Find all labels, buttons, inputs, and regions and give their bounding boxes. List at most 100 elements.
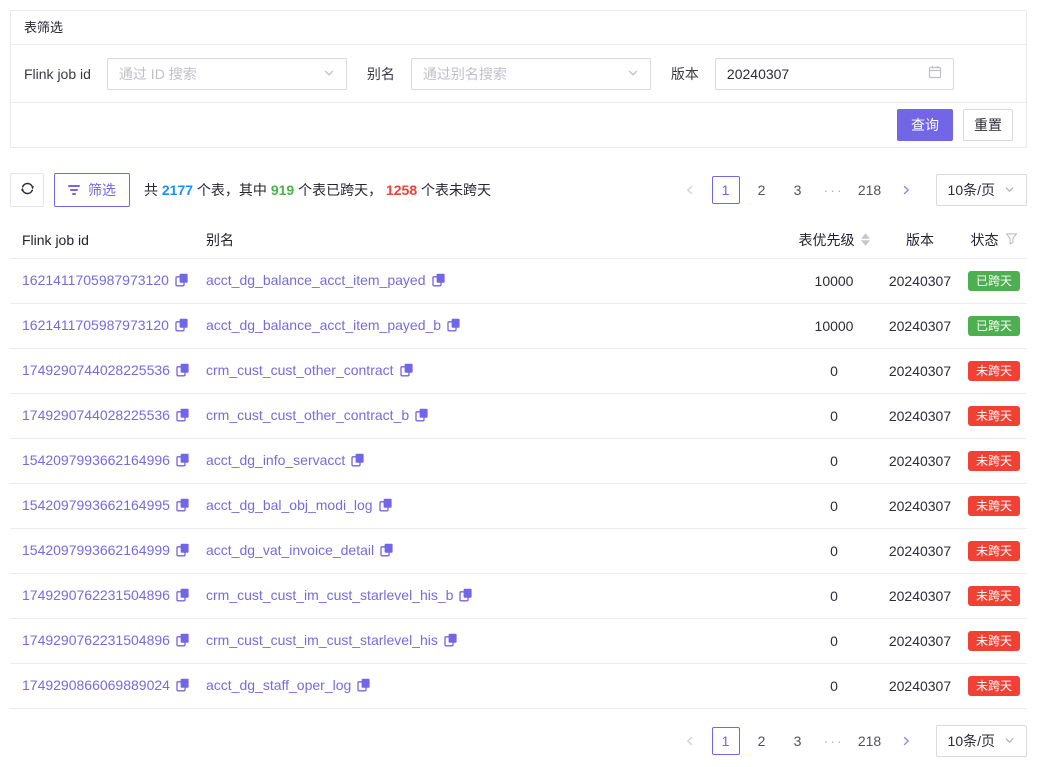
copy-icon[interactable] bbox=[175, 318, 189, 335]
toolbar: 筛选 共 2177 个表，其中 919 个表已跨天， 1258 个表未跨天 1 … bbox=[10, 173, 1027, 207]
copy-icon[interactable] bbox=[176, 543, 190, 560]
page-ellipsis[interactable]: ··· bbox=[820, 727, 848, 755]
status-badge: 未跨天 bbox=[968, 361, 1020, 381]
alias-link[interactable]: acct_dg_vat_invoice_detail bbox=[206, 542, 374, 558]
priority-cell: 0 bbox=[789, 528, 879, 573]
table-row: 1542097993662164995 acct_dg_bal_obj_modi… bbox=[10, 483, 1027, 528]
copy-icon[interactable] bbox=[176, 633, 190, 650]
alias-link[interactable]: acct_dg_bal_obj_modi_log bbox=[206, 497, 373, 513]
priority-cell: 10000 bbox=[789, 258, 879, 303]
filter-toggle-button[interactable]: 筛选 bbox=[54, 173, 130, 207]
page-button-3[interactable]: 3 bbox=[784, 176, 812, 204]
copy-icon[interactable] bbox=[175, 273, 189, 290]
page-ellipsis[interactable]: ··· bbox=[820, 176, 848, 204]
job-id-link[interactable]: 1542097993662164999 bbox=[22, 542, 170, 558]
status-badge: 未跨天 bbox=[968, 586, 1020, 606]
copy-icon[interactable] bbox=[380, 543, 394, 560]
table-row: 1749290762231504896 crm_cust_cust_im_cus… bbox=[10, 618, 1027, 663]
refresh-button[interactable] bbox=[10, 173, 44, 207]
copy-icon[interactable] bbox=[176, 363, 190, 380]
alias-group: 通过别名搜索 bbox=[411, 58, 651, 90]
alias-link[interactable]: crm_cust_cust_other_contract bbox=[206, 362, 394, 378]
filter-toggle-label: 筛选 bbox=[88, 180, 116, 200]
status-badge: 未跨天 bbox=[968, 631, 1020, 651]
version-cell: 20240307 bbox=[879, 528, 961, 573]
chevron-down-icon bbox=[323, 66, 335, 82]
copy-icon[interactable] bbox=[351, 453, 365, 470]
table-row: 1749290744028225536 crm_cust_cust_other_… bbox=[10, 348, 1027, 393]
prev-page-icon[interactable] bbox=[676, 727, 704, 755]
copy-icon[interactable] bbox=[176, 678, 190, 695]
job-id-link[interactable]: 1542097993662164996 bbox=[22, 452, 170, 468]
tables-table: Flink job id 别名 表优先级 版本 状态 bbox=[10, 222, 1027, 709]
copy-icon[interactable] bbox=[176, 408, 190, 425]
pagination-top: 1 2 3 ··· 218 10条/页 bbox=[668, 174, 1027, 206]
copy-icon[interactable] bbox=[176, 498, 190, 515]
column-filter-icon[interactable] bbox=[1005, 232, 1018, 248]
copy-icon[interactable] bbox=[379, 498, 393, 515]
job-id-link[interactable]: 1749290866069889024 bbox=[22, 677, 170, 693]
version-value: 20240307 bbox=[727, 66, 789, 82]
copy-icon[interactable] bbox=[447, 318, 461, 335]
job-id-link[interactable]: 1621411705987973120 bbox=[22, 272, 169, 288]
alias-link[interactable]: acct_dg_info_servacct bbox=[206, 452, 345, 468]
version-cell: 20240307 bbox=[879, 573, 961, 618]
copy-icon[interactable] bbox=[415, 408, 429, 425]
page-button-2[interactable]: 2 bbox=[748, 727, 776, 755]
version-cell: 20240307 bbox=[879, 483, 961, 528]
next-page-icon[interactable] bbox=[892, 176, 920, 204]
copy-icon[interactable] bbox=[444, 633, 458, 650]
page-button-1[interactable]: 1 bbox=[712, 727, 740, 755]
page-size-select[interactable]: 10条/页 bbox=[936, 725, 1027, 757]
job-id-link[interactable]: 1749290744028225536 bbox=[22, 407, 170, 423]
page-button-1[interactable]: 1 bbox=[712, 176, 740, 204]
job-id-link[interactable]: 1621411705987973120 bbox=[22, 317, 169, 333]
sort-icon[interactable] bbox=[861, 233, 870, 246]
col-header-version: 版本 bbox=[879, 222, 961, 258]
job-id-link[interactable]: 1542097993662164995 bbox=[22, 497, 170, 513]
copy-icon[interactable] bbox=[459, 588, 473, 605]
page-button-2[interactable]: 2 bbox=[748, 176, 776, 204]
table-row: 1749290744028225536 crm_cust_cust_other_… bbox=[10, 393, 1027, 438]
page-size-select[interactable]: 10条/页 bbox=[936, 174, 1027, 206]
copy-icon[interactable] bbox=[357, 678, 371, 695]
summary-total-count: 2177 bbox=[162, 182, 193, 198]
alias-select[interactable]: 通过别名搜索 bbox=[411, 58, 651, 90]
job-id-link[interactable]: 1749290762231504896 bbox=[22, 632, 170, 648]
page-button-3[interactable]: 3 bbox=[784, 727, 812, 755]
alias-link[interactable]: acct_dg_balance_acct_item_payed_b bbox=[206, 317, 441, 333]
alias-link[interactable]: crm_cust_cust_other_contract_b bbox=[206, 407, 409, 423]
job-id-select[interactable]: 通过 ID 搜索 bbox=[107, 58, 347, 90]
status-badge: 已跨天 bbox=[968, 271, 1020, 291]
priority-cell: 0 bbox=[789, 573, 879, 618]
table-row: 1621411705987973120 acct_dg_balance_acct… bbox=[10, 258, 1027, 303]
alias-link[interactable]: crm_cust_cust_im_cust_starlevel_his_b bbox=[206, 587, 453, 603]
col-header-job-id: Flink job id bbox=[10, 222, 206, 258]
job-id-link[interactable]: 1749290762231504896 bbox=[22, 587, 170, 603]
copy-icon[interactable] bbox=[176, 453, 190, 470]
copy-icon[interactable] bbox=[400, 363, 414, 380]
prev-page-icon[interactable] bbox=[676, 176, 704, 204]
next-page-icon[interactable] bbox=[892, 727, 920, 755]
reset-button[interactable]: 重置 bbox=[963, 109, 1013, 141]
summary-crossed-count: 919 bbox=[271, 182, 294, 198]
query-button[interactable]: 查询 bbox=[897, 109, 953, 141]
status-badge: 未跨天 bbox=[968, 451, 1020, 471]
alias-link[interactable]: crm_cust_cust_im_cust_starlevel_his bbox=[206, 632, 438, 648]
job-id-placeholder: 通过 ID 搜索 bbox=[119, 64, 197, 84]
summary-seg: 共 bbox=[144, 182, 162, 198]
summary-uncrossed-count: 1258 bbox=[386, 182, 417, 198]
priority-cell: 0 bbox=[789, 348, 879, 393]
job-id-link[interactable]: 1749290744028225536 bbox=[22, 362, 170, 378]
copy-icon[interactable] bbox=[432, 273, 446, 290]
summary-seg: 个表已跨天， bbox=[294, 182, 386, 198]
alias-link[interactable]: acct_dg_balance_acct_item_payed bbox=[206, 272, 426, 288]
version-cell: 20240307 bbox=[879, 303, 961, 348]
page-button-last[interactable]: 218 bbox=[856, 176, 884, 204]
page: 表筛选 Flink job id 通过 ID 搜索 别名 通过别名搜索 bbox=[0, 0, 1037, 767]
version-cell: 20240307 bbox=[879, 348, 961, 393]
alias-link[interactable]: acct_dg_staff_oper_log bbox=[206, 677, 351, 693]
page-button-last[interactable]: 218 bbox=[856, 727, 884, 755]
copy-icon[interactable] bbox=[176, 588, 190, 605]
version-date-input[interactable]: 20240307 bbox=[715, 58, 954, 90]
